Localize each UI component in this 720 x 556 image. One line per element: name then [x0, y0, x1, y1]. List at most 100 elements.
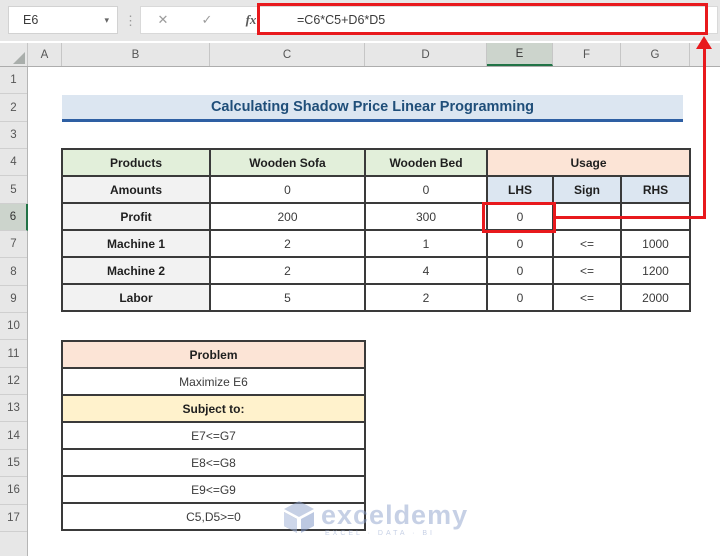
table-row-header: Products Wooden Sofa Wooden Bed Usage — [62, 149, 690, 176]
row-header-13[interactable]: 13 — [0, 395, 27, 422]
cell-g6-empty[interactable] — [621, 203, 690, 230]
row-header-11[interactable]: 11 — [0, 340, 27, 367]
row-header-8[interactable]: 8 — [0, 258, 27, 285]
column-header-c[interactable]: C — [210, 43, 365, 66]
cell-f9-sign[interactable]: <= — [553, 284, 621, 311]
row-header-4[interactable]: 4 — [0, 149, 27, 176]
cell-f7-sign[interactable]: <= — [553, 230, 621, 257]
cell-e5-lhs[interactable]: LHS — [487, 176, 553, 203]
cell-e9-lhs[interactable]: 0 — [487, 284, 553, 311]
cell-d7-value[interactable]: 1 — [365, 230, 487, 257]
column-header-d[interactable]: D — [365, 43, 487, 66]
row-header-15[interactable]: 15 — [0, 450, 27, 477]
excel-window: E6 ▾ ⋮ ✕ ✓ fx =C6*C5+D6*D5 A B C D E F G… — [0, 0, 720, 556]
table-row: E9<=G9 — [62, 476, 365, 503]
cell-e4-usage[interactable]: Usage — [487, 149, 690, 176]
cell-e7-lhs[interactable]: 0 — [487, 230, 553, 257]
exceldemy-watermark: exceldemy EXCEL · DATA · BI — [283, 500, 468, 537]
row-header-3[interactable]: 3 — [0, 122, 27, 149]
cell-d5-value[interactable]: 0 — [365, 176, 487, 203]
cell-f6-empty[interactable] — [553, 203, 621, 230]
formula-bar-content[interactable]: =C6*C5+D6*D5 — [297, 13, 385, 27]
watermark-brand: exceldemy — [321, 500, 468, 530]
linear-programming-table: Products Wooden Sofa Wooden Bed Usage Am… — [61, 148, 691, 312]
cell-d8-value[interactable]: 4 — [365, 257, 487, 284]
select-all-triangle-icon — [13, 52, 25, 64]
cell-c8-value[interactable]: 2 — [210, 257, 365, 284]
formula-toolbar: E6 ▾ ⋮ ✕ ✓ fx =C6*C5+D6*D5 — [0, 0, 720, 41]
cell-b7-machine-1[interactable]: Machine 1 — [62, 230, 210, 257]
cell-e8-lhs[interactable]: 0 — [487, 257, 553, 284]
row-headers: 1 2 3 4 5 6 7 8 9 10 11 12 13 14 15 16 1… — [0, 67, 28, 556]
row-header-2[interactable]: 2 — [0, 94, 27, 121]
cell-b11-problem[interactable]: Problem — [62, 341, 365, 368]
table-row-amounts: Amounts 0 0 LHS Sign RHS — [62, 176, 690, 203]
row-header-7[interactable]: 7 — [0, 231, 27, 258]
row-header-1[interactable]: 1 — [0, 67, 27, 94]
column-header-a[interactable]: A — [28, 43, 62, 66]
table-row-machine-1: Machine 1 2 1 0 <= 1000 — [62, 230, 690, 257]
cell-g8-rhs[interactable]: 1200 — [621, 257, 690, 284]
row-header-17[interactable]: 17 — [0, 505, 27, 532]
table-row: Subject to: — [62, 395, 365, 422]
table-row-profit: Profit 200 300 0 — [62, 203, 690, 230]
cell-b12-maximize[interactable]: Maximize E6 — [62, 368, 365, 395]
row-header-12[interactable]: 12 — [0, 368, 27, 395]
insert-function-icon[interactable]: fx — [229, 12, 273, 28]
sheet-title-cell[interactable]: Calculating Shadow Price Linear Programm… — [62, 95, 683, 122]
cell-b15-constraint-2[interactable]: E8<=G8 — [62, 449, 365, 476]
column-header-g[interactable]: G — [621, 43, 690, 66]
cell-g5-rhs[interactable]: RHS — [621, 176, 690, 203]
watermark-tagline: EXCEL · DATA · BI — [325, 530, 468, 537]
row-header-16[interactable]: 16 — [0, 477, 27, 504]
cell-g7-rhs[interactable]: 1000 — [621, 230, 690, 257]
enter-icon[interactable]: ✓ — [185, 12, 229, 28]
cell-b8-machine-2[interactable]: Machine 2 — [62, 257, 210, 284]
cell-b13-subject-to[interactable]: Subject to: — [62, 395, 365, 422]
column-headers: A B C D E F G — [0, 43, 720, 67]
cell-b16-constraint-3[interactable]: E9<=G9 — [62, 476, 365, 503]
cell-b14-constraint-1[interactable]: E7<=G7 — [62, 422, 365, 449]
cell-c5-value[interactable]: 0 — [210, 176, 365, 203]
exceldemy-logo-icon — [283, 500, 315, 534]
toolbar-divider-dots: ⋮ — [124, 13, 137, 29]
cell-c4-wooden-sofa[interactable]: Wooden Sofa — [210, 149, 365, 176]
cell-d6-value[interactable]: 300 — [365, 203, 487, 230]
formula-bar[interactable]: ✕ ✓ fx =C6*C5+D6*D5 — [140, 6, 718, 34]
cell-f5-sign[interactable]: Sign — [553, 176, 621, 203]
cell-b6-profit[interactable]: Profit — [62, 203, 210, 230]
cell-c6-value[interactable]: 200 — [210, 203, 365, 230]
cell-b5-amounts[interactable]: Amounts — [62, 176, 210, 203]
arrow-vertical-line — [703, 47, 706, 219]
cell-d4-wooden-bed[interactable]: Wooden Bed — [365, 149, 487, 176]
table-row: Maximize E6 — [62, 368, 365, 395]
row-header-6-selected[interactable]: 6 — [0, 204, 28, 231]
cell-d9-value[interactable]: 2 — [365, 284, 487, 311]
watermark-text: exceldemy EXCEL · DATA · BI — [321, 500, 468, 537]
chevron-down-icon[interactable]: ▾ — [104, 15, 109, 26]
cancel-icon[interactable]: ✕ — [141, 12, 185, 28]
cell-b4-products[interactable]: Products — [62, 149, 210, 176]
column-header-f[interactable]: F — [553, 43, 621, 66]
name-box-value: E6 — [23, 13, 38, 27]
row-header-10[interactable]: 10 — [0, 313, 27, 340]
cell-c7-value[interactable]: 2 — [210, 230, 365, 257]
table-row: Problem — [62, 341, 365, 368]
table-row-machine-2: Machine 2 2 4 0 <= 1200 — [62, 257, 690, 284]
cell-c9-value[interactable]: 5 — [210, 284, 365, 311]
cell-e6-selected-value[interactable]: 0 — [487, 203, 553, 230]
column-header-partial[interactable] — [690, 43, 720, 66]
column-header-b[interactable]: B — [62, 43, 210, 66]
table-row-labor: Labor 5 2 0 <= 2000 — [62, 284, 690, 311]
cell-f8-sign[interactable]: <= — [553, 257, 621, 284]
column-header-e-selected[interactable]: E — [487, 43, 553, 66]
table-row: E7<=G7 — [62, 422, 365, 449]
table-row: E8<=G8 — [62, 449, 365, 476]
row-header-14[interactable]: 14 — [0, 422, 27, 449]
select-all-button[interactable] — [0, 43, 28, 66]
row-header-5[interactable]: 5 — [0, 176, 27, 203]
cell-g9-rhs[interactable]: 2000 — [621, 284, 690, 311]
name-box[interactable]: E6 ▾ — [8, 6, 118, 34]
row-header-9[interactable]: 9 — [0, 286, 27, 313]
cell-b9-labor[interactable]: Labor — [62, 284, 210, 311]
